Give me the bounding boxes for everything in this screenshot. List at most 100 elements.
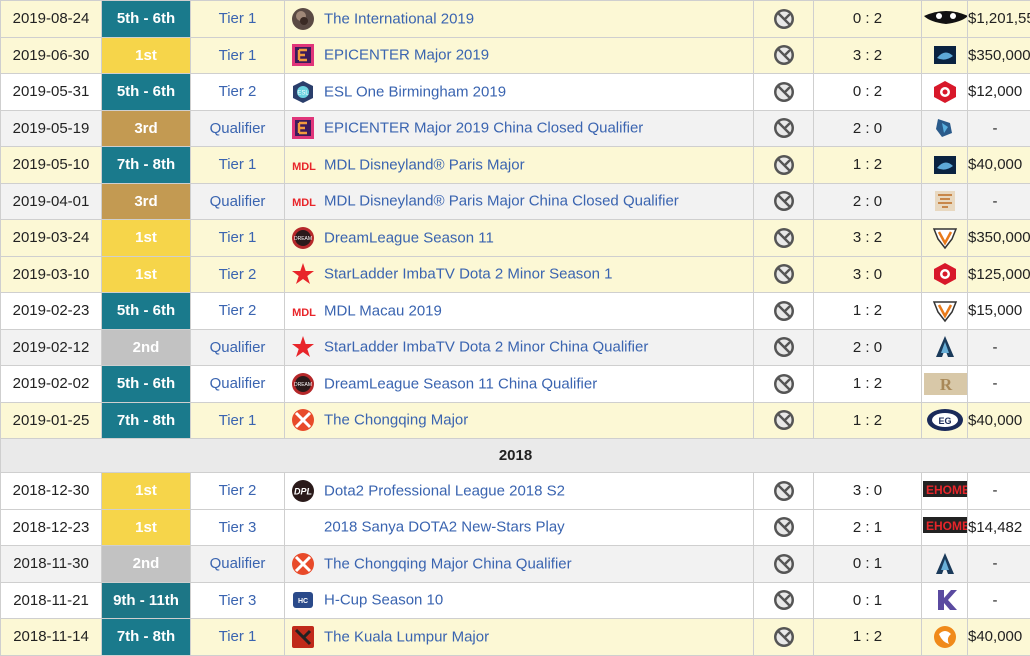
tier-link[interactable]: Tier 2 [191,256,285,293]
prize-cell: $350,000 [968,220,1030,257]
score-cell[interactable]: 0 : 2 [814,74,922,111]
chongqing-icon[interactable] [291,408,315,432]
dota2-logo-icon[interactable] [291,625,315,649]
tournament-link[interactable]: The Chongqing Major [324,412,468,429]
tournament-link[interactable]: 2018 Sanya DOTA2 New-Stars Play [324,519,565,536]
score-cell[interactable]: 3 : 0 [814,473,922,510]
tournament-link[interactable]: EPICENTER Major 2019 [324,47,489,64]
tournament-cell: StarLadder ImbaTV Dota 2 Minor Season 1 [285,256,754,293]
dpl-icon[interactable]: DPL [291,479,315,503]
tournament-link[interactable]: EPICENTER Major 2019 China Closed Qualif… [324,120,643,137]
table-row: 2019-02-235th - 6thTier 2MDLMDL Macau 20… [1,293,1030,330]
game-cell [754,366,814,403]
tournament-link[interactable]: StarLadder ImbaTV Dota 2 Minor China Qua… [324,339,648,356]
opponent-cell [922,74,968,111]
tournament-cell: MDL MDL Disneyland® Paris Major [285,147,754,184]
score-cell[interactable]: 2 : 1 [814,509,922,546]
tier-link[interactable]: Tier 1 [191,1,285,38]
tournament-cell: MDL MDL Macau 2019 [285,293,754,330]
hcup-icon[interactable]: HC [291,588,315,612]
mdl-icon[interactable]: MDL [291,153,315,177]
score-cell[interactable]: 0 : 1 [814,582,922,619]
tournament-link[interactable]: Dota2 Professional League 2018 S2 [324,482,565,499]
team-aster-icon[interactable] [930,188,960,214]
tournament-link[interactable]: ESL One Birmingham 2019 [324,83,506,100]
score-cell[interactable]: 3 : 2 [814,37,922,74]
evil-geniuses-icon[interactable]: EG [925,407,965,433]
score-cell[interactable]: 0 : 1 [814,546,922,583]
dreamleague-icon[interactable]: DREAM [291,226,315,250]
tier-link[interactable]: Tier 1 [191,37,285,74]
tier-link[interactable]: Tier 2 [191,473,285,510]
team-secret-icon[interactable] [922,6,968,32]
score-cell[interactable]: 1 : 2 [814,402,922,439]
placement-badge: 9th - 11th [102,582,191,619]
svg-text:ESL: ESL [297,90,309,96]
tier-link[interactable]: Tier 3 [191,509,285,546]
tournament-link[interactable]: The International 2019 [324,10,474,27]
game-cell [754,110,814,147]
score-cell[interactable]: 3 : 0 [814,256,922,293]
virtus-pro-icon[interactable] [930,225,960,251]
opponent-cell [922,582,968,619]
tournament-link[interactable]: MDL Macau 2019 [324,302,442,319]
phoenix-icon[interactable] [930,624,960,650]
gambit-icon[interactable] [930,261,960,287]
alliance-icon[interactable] [930,551,960,577]
game-cell [754,509,814,546]
tier-link[interactable]: Qualifier [191,546,285,583]
tournament-link[interactable]: StarLadder ImbaTV Dota 2 Minor Season 1 [324,266,613,283]
tournament-link[interactable]: MDL Disneyland® Paris Major China Closed… [324,193,679,210]
epicenter-icon[interactable] [291,116,315,140]
tournament-link[interactable]: The Chongqing Major China Qualifier [324,555,572,572]
score-cell[interactable]: 1 : 2 [814,147,922,184]
keen-gaming-icon[interactable] [930,115,960,141]
tournament-link[interactable]: MDL Disneyland® Paris Major [324,156,525,173]
tier-link[interactable]: Qualifier [191,366,285,403]
table-row: 2018-12-231stTier 32018 Sanya DOTA2 New-… [1,509,1030,546]
ehome-icon[interactable]: EHOME [922,514,968,540]
tier-link[interactable]: Qualifier [191,183,285,220]
starladder-icon[interactable] [291,335,315,359]
score-cell[interactable]: 0 : 2 [814,1,922,38]
chongqing-icon[interactable] [291,552,315,576]
ti-globe-icon[interactable] [291,7,315,31]
score-cell[interactable]: 1 : 2 [814,293,922,330]
opponent-cell [922,37,968,74]
score-cell[interactable]: 3 : 2 [814,220,922,257]
score-cell[interactable]: 2 : 0 [814,110,922,147]
epicenter-icon[interactable] [291,43,315,67]
score-cell[interactable]: 2 : 0 [814,183,922,220]
prize-cell: $125,000 [968,256,1030,293]
alliance-icon[interactable] [930,334,960,360]
opponent-cell [922,110,968,147]
esl-icon[interactable]: ESL [291,80,315,104]
tier-link[interactable]: Qualifier [191,110,285,147]
svg-text:DPL: DPL [294,486,312,496]
tournament-link[interactable]: DreamLeague Season 11 [324,229,494,246]
team-liquid-icon[interactable] [930,152,960,178]
rng-icon[interactable]: R [922,371,968,397]
tier-link[interactable]: Tier 2 [191,293,285,330]
mdl-icon[interactable]: MDL [291,299,315,323]
team-liquid-icon[interactable] [930,42,960,68]
ehome-icon[interactable]: EHOME [922,478,968,504]
tier-link[interactable]: Tier 1 [191,220,285,257]
tier-link[interactable]: Tier 2 [191,74,285,111]
tier-link[interactable]: Tier 1 [191,402,285,439]
tournament-link[interactable]: DreamLeague Season 11 China Qualifier [324,375,597,392]
dreamleague-icon[interactable]: DREAM [291,372,315,396]
score-cell[interactable]: 2 : 0 [814,329,922,366]
kg-icon[interactable] [930,587,960,613]
tier-link[interactable]: Qualifier [191,329,285,366]
starladder-icon[interactable] [291,262,315,286]
gambit-icon[interactable] [930,79,960,105]
tier-link[interactable]: Tier 1 [191,147,285,184]
mdl-icon[interactable]: MDL [291,189,315,213]
svg-text:HC: HC [298,598,308,605]
tier-link[interactable]: Tier 3 [191,582,285,619]
tournament-link[interactable]: The Kuala Lumpur Major [324,628,489,645]
virtus-pro-icon[interactable] [930,298,960,324]
score-cell[interactable]: 1 : 2 [814,366,922,403]
tournament-link[interactable]: H-Cup Season 10 [324,592,443,609]
